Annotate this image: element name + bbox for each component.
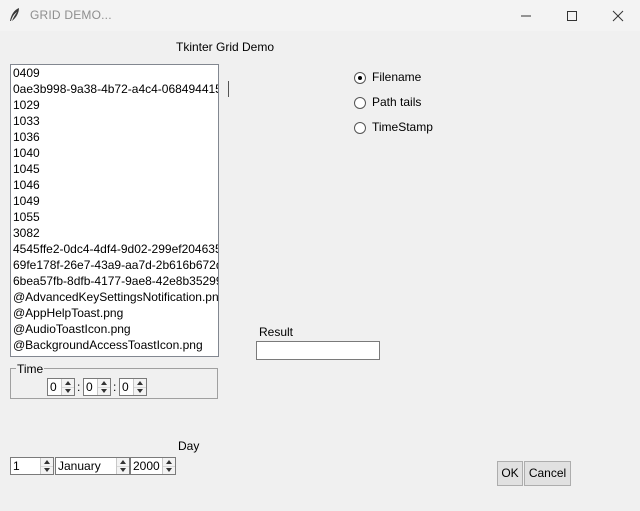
list-item[interactable]: 1036 — [11, 129, 218, 145]
hours-spinbox[interactable]: 0 — [47, 378, 75, 396]
time-separator: : — [77, 380, 81, 394]
list-item[interactable]: 1033 — [11, 113, 218, 129]
month-value: January — [58, 459, 101, 473]
list-item[interactable]: @AudioToastIcon.png — [11, 321, 218, 337]
hours-value: 0 — [50, 380, 57, 394]
cancel-button[interactable]: Cancel — [524, 461, 571, 486]
list-item[interactable]: 1040 — [11, 145, 218, 161]
list-item[interactable]: 1029 — [11, 97, 218, 113]
file-listbox[interactable]: 0409 0ae3b998-9a38-4b72-a4c4-06849441518… — [10, 64, 219, 357]
list-item[interactable]: 4545ffe2-0dc4-4df4-9d02-299ef204635e — [11, 241, 218, 257]
list-item[interactable]: 0ae3b998-9a38-4b72-a4c4-06849441518d — [11, 81, 218, 97]
list-item[interactable]: @BackgroundAccessToastIcon.png — [11, 337, 218, 353]
spin-down-button[interactable] — [134, 387, 146, 395]
arrow-up-icon — [137, 381, 143, 385]
year-value: 2000 — [133, 459, 160, 473]
list-item[interactable]: 1045 — [11, 161, 218, 177]
list-item[interactable]: 3082 — [11, 225, 218, 241]
maximize-icon — [567, 11, 577, 21]
feather-icon — [8, 7, 22, 23]
time-label: Time — [16, 362, 45, 376]
list-item[interactable]: 1049 — [11, 193, 218, 209]
list-item[interactable]: 1055 — [11, 209, 218, 225]
radio-label: Path tails — [372, 95, 422, 109]
arrow-down-icon — [120, 468, 126, 472]
year-spinbox[interactable]: 2000 — [130, 457, 176, 475]
seconds-value: 0 — [122, 380, 129, 394]
arrow-down-icon — [166, 468, 172, 472]
ok-button[interactable]: OK — [497, 461, 523, 486]
arrow-down-icon — [137, 389, 143, 393]
arrow-up-icon — [101, 381, 107, 385]
minutes-value: 0 — [86, 380, 93, 394]
scrollbar-handle[interactable] — [228, 81, 229, 97]
arrow-up-icon — [120, 460, 126, 464]
time-separator: : — [113, 380, 117, 394]
spin-down-button[interactable] — [41, 466, 53, 474]
arrow-down-icon — [65, 389, 71, 393]
radio-label: TimeStamp — [372, 120, 433, 134]
day-spinbox[interactable]: 1 — [10, 457, 54, 475]
day-value: 1 — [13, 459, 20, 473]
radio-timestamp-indicator[interactable] — [354, 122, 366, 134]
window-title: GRID DEMO... — [30, 8, 112, 22]
close-button[interactable] — [594, 0, 640, 31]
list-item[interactable]: 1046 — [11, 177, 218, 193]
arrow-up-icon — [166, 460, 172, 464]
close-icon — [612, 10, 624, 22]
title-bar[interactable]: GRID DEMO... — [0, 0, 640, 31]
arrow-up-icon — [44, 460, 50, 464]
result-label: Result — [259, 325, 294, 339]
spin-down-button[interactable] — [163, 466, 175, 474]
arrow-up-icon — [65, 381, 71, 385]
page-title: Tkinter Grid Demo — [176, 40, 275, 54]
month-spinbox[interactable]: January — [55, 457, 130, 475]
seconds-spinbox[interactable]: 0 — [119, 378, 147, 396]
radio-path-tails-indicator[interactable] — [354, 97, 366, 109]
maximize-button[interactable] — [548, 0, 594, 31]
minutes-spinbox[interactable]: 0 — [83, 378, 111, 396]
list-item[interactable]: 6bea57fb-8dfb-4177-9ae8-42e8b352993 — [11, 273, 218, 289]
list-item[interactable]: @AppHelpToast.png — [11, 305, 218, 321]
arrow-down-icon — [44, 468, 50, 472]
radio-label: Filename — [372, 70, 422, 84]
radio-filename-indicator[interactable] — [354, 72, 366, 84]
list-item[interactable]: 69fe178f-26e7-43a9-aa7d-2b616b672dc — [11, 257, 218, 273]
day-label: Day — [178, 439, 200, 453]
minimize-icon — [521, 15, 531, 17]
result-field[interactable] — [256, 341, 380, 360]
spin-down-button[interactable] — [98, 387, 110, 395]
spin-down-button[interactable] — [62, 387, 74, 395]
arrow-down-icon — [101, 389, 107, 393]
list-item[interactable]: @AdvancedKeySettingsNotification.png — [11, 289, 218, 305]
list-item[interactable]: 0409 — [11, 65, 218, 81]
minimize-button[interactable] — [502, 0, 548, 31]
spin-down-button[interactable] — [117, 466, 129, 474]
